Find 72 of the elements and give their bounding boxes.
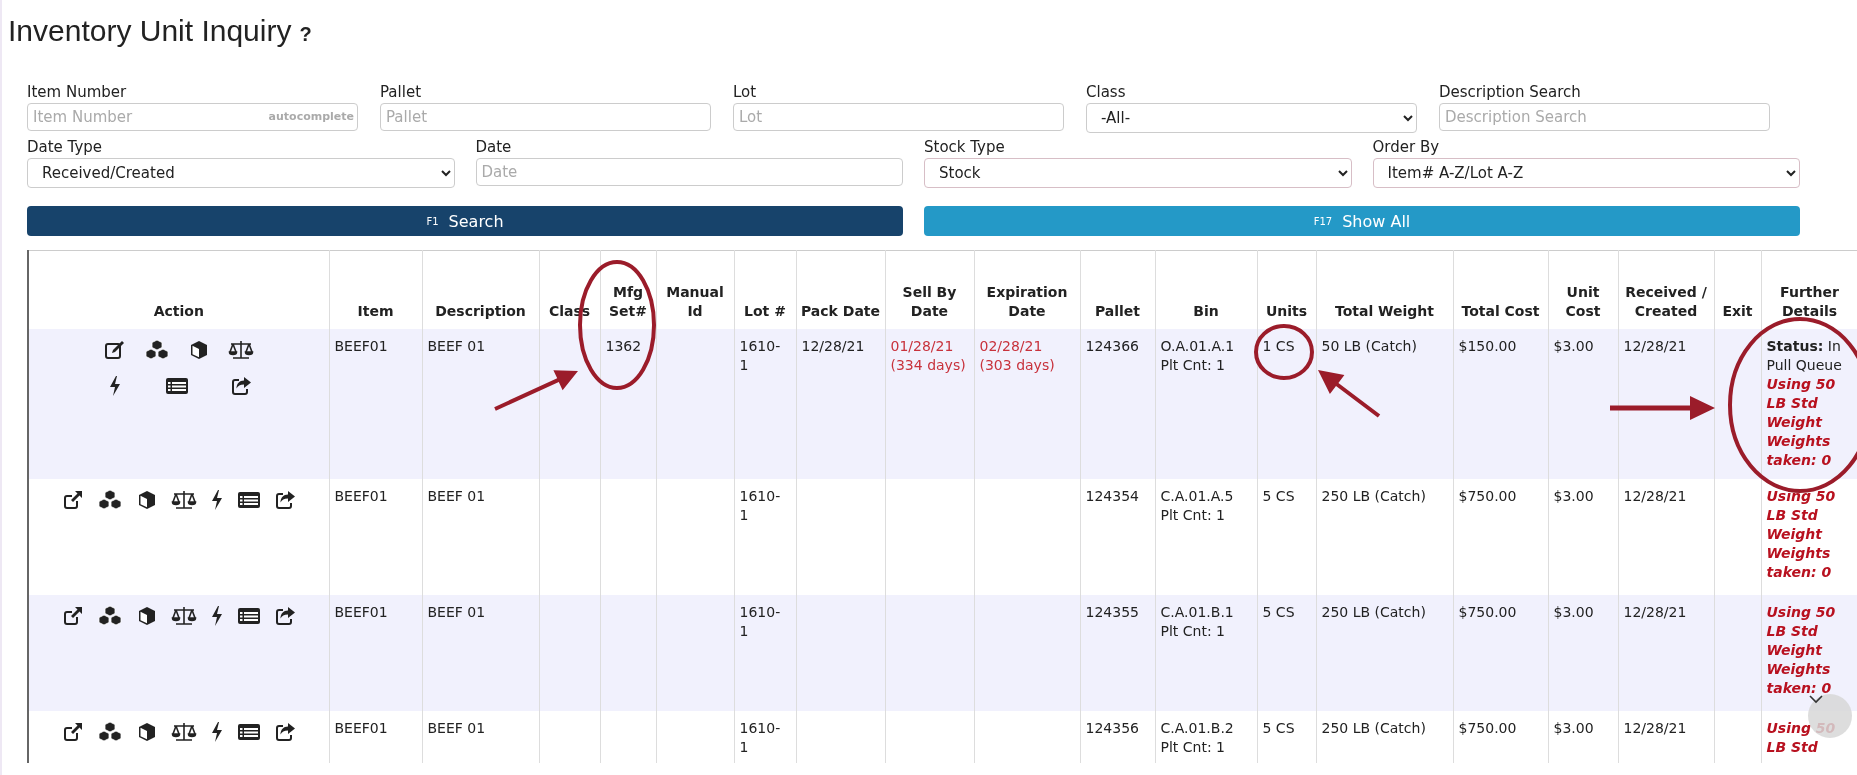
bin-location: C.A.01.B.1 <box>1160 603 1235 622</box>
field-label: Class <box>1086 84 1127 101</box>
table-cell: BEEF01 <box>329 711 422 763</box>
external-link-icon[interactable] <box>61 489 84 511</box>
weight-note: Weights taken: 0 <box>1766 432 1833 470</box>
bin-location: C.A.01.A.5 <box>1160 487 1235 506</box>
lightning-bolt-icon[interactable] <box>209 605 224 627</box>
field-label: Date <box>475 139 513 156</box>
weight-note: Using 50 LB Std Weight <box>1766 375 1837 432</box>
table-cell: BEEF 01 <box>422 711 539 763</box>
field-label: Lot <box>733 84 758 101</box>
weight-note: Using 50 LB Std Weight <box>1766 487 1837 544</box>
list-icon[interactable] <box>236 605 261 627</box>
table-cell: 1610-1 <box>734 711 796 763</box>
edit-icon[interactable] <box>103 339 126 361</box>
table-cell: 12/28/21 <box>1618 711 1714 763</box>
cubes-icon[interactable] <box>96 721 123 743</box>
page-title: Inventory Unit Inquiry <box>8 14 292 48</box>
lightning-bolt-icon[interactable] <box>209 489 224 511</box>
input-field[interactable]: Description Search <box>1439 103 1770 131</box>
table-cell: $3.00 <box>1548 711 1618 763</box>
input-field[interactable]: Date <box>475 158 903 186</box>
table-cell: 124356 <box>1080 711 1155 763</box>
pallet-count: Plt Cnt: 1 <box>1160 506 1226 525</box>
pallet-count: Plt Cnt: 1 <box>1160 622 1226 641</box>
scale-icon[interactable] <box>170 605 197 627</box>
field-label: Pallet <box>380 84 422 101</box>
dropdown-field[interactable]: -All- <box>1086 103 1417 133</box>
pallet-count: Plt Cnt: 1 <box>1160 356 1226 375</box>
chevron-down-icon <box>1808 694 1824 704</box>
weight-note: Weights taken: 0 <box>1766 660 1833 698</box>
help-link[interactable]: ? <box>299 23 312 46</box>
cubes-icon[interactable] <box>96 489 123 511</box>
share-icon[interactable] <box>273 489 296 511</box>
pallet-count: Plt Cnt: 1 <box>1160 738 1226 757</box>
field-label: Date Type <box>27 139 104 156</box>
field-label: Stock Type <box>924 139 1006 156</box>
table-cell: 5 CS <box>1257 711 1316 763</box>
list-icon[interactable] <box>236 721 261 743</box>
scale-icon[interactable] <box>227 339 254 361</box>
share-icon[interactable] <box>229 375 252 397</box>
status-text: Status: In Pull Queue <box>1766 337 1843 375</box>
external-link-icon[interactable] <box>61 721 84 743</box>
list-icon[interactable] <box>236 489 261 511</box>
table-cell: $750.00 <box>1453 711 1548 763</box>
dropdown-field[interactable]: Stock <box>924 158 1352 188</box>
autocomplete-hint: autocomplete <box>268 110 354 123</box>
table-cell: 250 LB (Catch) <box>1316 711 1453 763</box>
search-button[interactable]: F1 Search <box>27 206 903 236</box>
lightning-bolt-icon[interactable] <box>209 721 224 743</box>
scale-icon[interactable] <box>170 489 197 511</box>
dropdown-field[interactable]: Item# A-Z/Lot A-Z <box>1372 158 1800 188</box>
field-label: Description Search <box>1439 84 1582 101</box>
list-icon[interactable] <box>164 375 189 397</box>
share-icon[interactable] <box>273 721 296 743</box>
cubes-icon[interactable] <box>96 605 123 627</box>
bin-location: C.A.01.B.2 <box>1160 719 1235 738</box>
input-field[interactable]: Lot <box>733 103 1064 131</box>
share-icon[interactable] <box>273 605 296 627</box>
input-field[interactable]: Pallet <box>380 103 711 131</box>
weight-note: Using 50 LB Std Weight <box>1766 603 1837 660</box>
annotation-arrow <box>1318 370 1381 418</box>
annotation-ellipse <box>1254 324 1314 380</box>
dropdown-field[interactable]: Received/Created <box>27 158 455 188</box>
field-label: Item Number <box>27 84 128 101</box>
cubes-icon[interactable] <box>143 339 170 361</box>
weight-note: Weights taken: 0 <box>1766 544 1833 582</box>
field-label: Order By <box>1372 139 1441 156</box>
bin-location: O.A.01.A.1 <box>1160 337 1236 356</box>
external-link-icon[interactable] <box>61 605 84 627</box>
scale-icon[interactable] <box>170 721 197 743</box>
lightning-bolt-icon[interactable] <box>107 375 122 397</box>
